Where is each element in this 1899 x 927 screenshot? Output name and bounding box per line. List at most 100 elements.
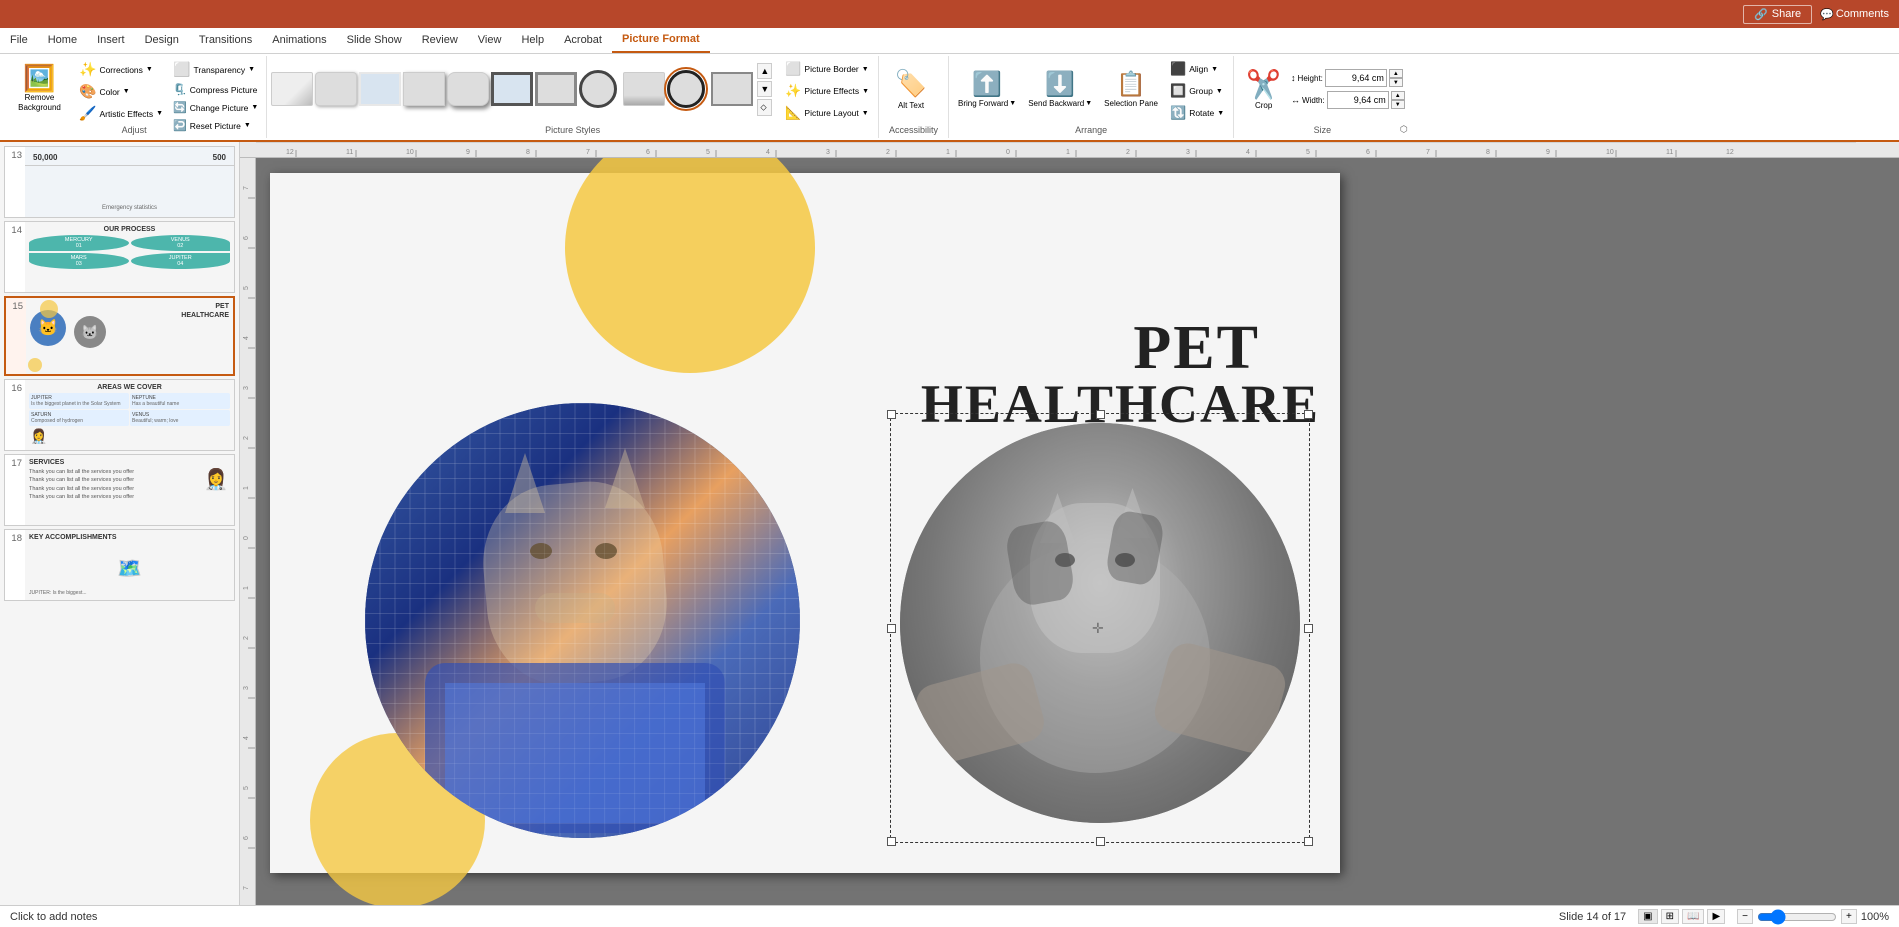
svg-text:8: 8 (526, 149, 530, 156)
gallery-expand[interactable]: ⬦ (757, 99, 772, 116)
style-thumb-7[interactable] (535, 72, 577, 106)
svg-text:3: 3 (243, 686, 250, 690)
svg-text:11: 11 (346, 149, 353, 156)
size-group: ✂️ Crop ↕ Height: ▲ ▼ ↔ Width: (1234, 56, 1411, 138)
width-spin-down[interactable]: ▼ (1391, 100, 1405, 109)
height-spin-up[interactable]: ▲ (1389, 69, 1403, 78)
style-thumb-2[interactable] (315, 72, 357, 106)
tab-design[interactable]: Design (135, 27, 189, 53)
style-thumb-10[interactable] (667, 70, 705, 108)
height-spin-down[interactable]: ▼ (1389, 78, 1403, 87)
width-input[interactable] (1327, 91, 1389, 109)
comments-button[interactable]: 💬 Comments (1820, 8, 1889, 21)
alt-text-button[interactable]: 🏷️ Alt Text (885, 59, 937, 119)
compress-picture-button[interactable]: 🗜️ Compress Picture (169, 81, 262, 98)
slide-canvas[interactable]: PET HEALTHCARE (270, 173, 1340, 873)
remove-bg-icon: 🖼️ (23, 65, 55, 91)
style-thumb-4[interactable] (403, 72, 445, 106)
style-thumb-9[interactable] (623, 72, 665, 106)
svg-text:5: 5 (1306, 149, 1310, 156)
svg-text:12: 12 (1726, 149, 1734, 156)
transparency-button[interactable]: ⬜ Transparency ▼ (169, 59, 262, 80)
gallery-scroll-down[interactable]: ▼ (757, 81, 772, 97)
width-label: ↔ (1291, 95, 1300, 105)
svg-text:0: 0 (1006, 149, 1010, 156)
group-button[interactable]: 🔲 Group ▼ (1165, 81, 1229, 101)
style-thumb-3[interactable] (359, 72, 401, 106)
slide-thumb-13[interactable]: 13 50,000 500 Emergency statistics (4, 146, 235, 218)
selection-pane-button[interactable]: 📋 Selection Pane (1099, 59, 1163, 119)
svg-text:4: 4 (243, 736, 250, 740)
slide-thumb-15[interactable]: 15 PETHEALTHCARE 🐱 🐱 (4, 296, 235, 376)
corrections-button[interactable]: ✨ Corrections ▼ (75, 59, 167, 80)
send-backward-icon: ⬇️ (1045, 70, 1075, 99)
normal-view-button[interactable]: ▣ (1638, 909, 1657, 924)
rotate-button[interactable]: 🔃 Rotate ▼ (1165, 103, 1229, 123)
picture-border-button[interactable]: ⬜ Picture Border ▼ (780, 59, 874, 79)
tab-slideshow[interactable]: Slide Show (337, 27, 412, 53)
tab-acrobat[interactable]: Acrobat (554, 27, 612, 53)
slideshow-button[interactable]: ▶ (1707, 909, 1725, 924)
svg-text:3: 3 (243, 386, 250, 390)
svg-text:5: 5 (243, 786, 250, 790)
slide-thumb-16[interactable]: 16 AREAS WE COVER JUPITERIs the biggest … (4, 379, 235, 451)
svg-text:8: 8 (1486, 149, 1490, 156)
tab-transitions[interactable]: Transitions (189, 27, 262, 53)
svg-text:1: 1 (1066, 149, 1070, 156)
notes-label[interactable]: Click to add notes (10, 911, 97, 923)
share-button[interactable]: 🔗 Share (1743, 5, 1812, 24)
svg-text:2: 2 (243, 636, 250, 640)
picture-effects-button[interactable]: ✨ Picture Effects ▼ (780, 81, 874, 101)
gallery-scroll-up[interactable]: ▲ (757, 63, 772, 79)
tab-review[interactable]: Review (412, 27, 468, 53)
slide-thumb-18[interactable]: 18 KEY ACCOMPLISHMENTS 🗺️ JUPITER: Is th… (4, 529, 235, 601)
tab-help[interactable]: Help (511, 27, 554, 53)
bring-forward-button[interactable]: ⬆️ Bring Forward ▼ (953, 59, 1021, 119)
handle-bl (887, 837, 896, 846)
tab-view[interactable]: View (468, 27, 512, 53)
height-input[interactable] (1325, 69, 1387, 87)
tab-insert[interactable]: Insert (87, 27, 135, 53)
zoom-out-button[interactable]: − (1737, 909, 1753, 924)
slide-thumb-17[interactable]: 17 SERVICES Thank you can list all the s… (4, 454, 235, 526)
picture-layout-button[interactable]: 📐 Picture Layout ▼ (780, 103, 874, 123)
svg-text:11: 11 (1666, 149, 1673, 156)
svg-text:7: 7 (243, 186, 250, 190)
handle-ml (887, 624, 896, 633)
status-bar: Click to add notes Slide 14 of 17 ▣ ⊞ 📖 … (0, 905, 1899, 927)
style-thumb-11[interactable] (711, 72, 753, 106)
svg-text:10: 10 (1606, 149, 1614, 156)
svg-text:5: 5 (243, 286, 250, 290)
artistic-effects-button[interactable]: 🖌️ Artistic Effects ▼ (75, 103, 167, 124)
svg-text:6: 6 (243, 836, 250, 840)
remove-background-button[interactable]: 🖼️ Remove Background (6, 59, 73, 119)
style-thumb-8[interactable] (579, 70, 617, 108)
tab-home[interactable]: Home (38, 27, 87, 53)
svg-text:12: 12 (286, 149, 294, 156)
slide-thumb-14[interactable]: 14 OUR PROCESS MERCURY01 VENUS02 MARS03 … (4, 221, 235, 293)
tab-picture-format[interactable]: Picture Format (612, 27, 710, 53)
tab-file[interactable]: File (0, 27, 38, 53)
zoom-slider[interactable] (1757, 911, 1837, 923)
svg-text:9: 9 (1546, 149, 1550, 156)
size-expand-button[interactable]: ⬡ (1400, 124, 1408, 135)
style-thumb-6[interactable] (491, 72, 533, 106)
svg-text:5: 5 (706, 149, 710, 156)
send-backward-button[interactable]: ⬇️ Send Backward ▼ (1023, 59, 1097, 119)
reading-view-button[interactable]: 📖 (1682, 909, 1704, 924)
height-label: ↕ (1291, 73, 1296, 83)
style-thumb-5[interactable] (447, 72, 489, 106)
accessibility-group-label: Accessibility (879, 125, 948, 135)
align-button[interactable]: ⬛ Align ▼ (1165, 59, 1229, 79)
style-thumb-1[interactable] (271, 72, 313, 106)
svg-text:7: 7 (586, 149, 590, 156)
change-picture-button[interactable]: 🔄 Change Picture ▼ (169, 99, 262, 116)
handle-tl (887, 410, 896, 419)
slide-sorter-button[interactable]: ⊞ (1661, 909, 1679, 924)
zoom-level: 100% (1861, 911, 1889, 923)
crop-button[interactable]: ✂️ Crop (1240, 59, 1287, 119)
tab-animations[interactable]: Animations (262, 27, 336, 53)
width-spin-up[interactable]: ▲ (1391, 91, 1405, 100)
color-button[interactable]: 🎨 Color ▼ (75, 81, 167, 102)
zoom-in-button[interactable]: + (1841, 909, 1857, 924)
